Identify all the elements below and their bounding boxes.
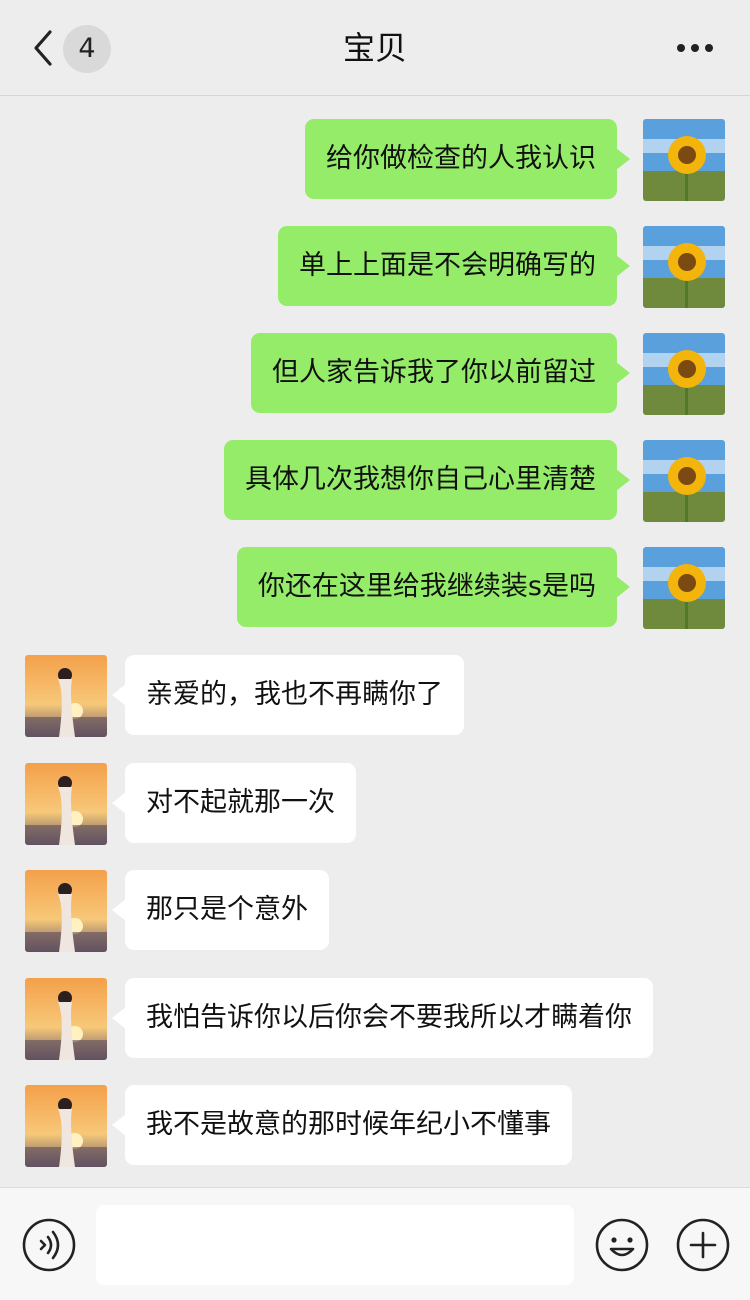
message-row: 那只是个意外 [0,870,750,952]
more-dots-icon[interactable] [675,42,715,54]
message-row: 我怕告诉你以后你会不要我所以才瞒着你 [0,978,750,1060]
avatar-sunset-girl[interactable] [25,655,107,737]
incoming-message-bubble[interactable]: 我不是故意的那时候年纪小不懂事 [112,1085,572,1165]
incoming-message-bubble[interactable]: 那只是个意外 [112,870,329,950]
smiley-icon[interactable] [594,1217,650,1273]
avatar-sunset-girl[interactable] [25,978,107,1060]
avatar-sunset-girl[interactable] [25,1085,107,1167]
message-row: 给你做检查的人我认识 [0,119,750,201]
message-row: 你还在这里给我继续装s是吗 [0,547,750,629]
outgoing-message-bubble[interactable]: 单上上面是不会明确写的 [278,226,630,306]
avatar-sunset-girl[interactable] [25,763,107,845]
incoming-message-bubble[interactable]: 亲爱的，我也不再瞒你了 [112,655,464,735]
incoming-message-bubble[interactable]: 我怕告诉你以后你会不要我所以才瞒着你 [112,978,653,1058]
avatar-sunflower[interactable] [643,440,725,522]
message-input[interactable] [96,1205,574,1285]
outgoing-message-bubble[interactable]: 给你做检查的人我认识 [305,119,630,199]
plus-icon[interactable] [675,1217,731,1273]
outgoing-message-bubble[interactable]: 具体几次我想你自己心里清楚 [224,440,630,520]
avatar-sunflower[interactable] [643,119,725,201]
message-row: 亲爱的，我也不再瞒你了 [0,655,750,737]
message-row: 单上上面是不会明确写的 [0,226,750,308]
chat-title: 宝贝 [342,29,407,67]
outgoing-message-bubble[interactable]: 但人家告诉我了你以前留过 [251,333,630,413]
input-toolbar [0,1187,750,1300]
incoming-message-bubble[interactable]: 对不起就那一次 [112,763,356,843]
outgoing-message-bubble[interactable]: 你还在这里给我继续装s是吗 [236,547,631,627]
message-list[interactable]: 给你做检查的人我认识 单上上面是不会明确写的 但人家告诉我了你以前留过 具体几次… [0,96,750,1186]
chat-header: 4 宝贝 [0,0,750,96]
avatar-sunflower[interactable] [643,333,725,415]
avatar-sunflower[interactable] [643,226,725,308]
message-row: 对不起就那一次 [0,763,750,845]
message-row: 但人家告诉我了你以前留过 [0,333,750,415]
avatar-sunset-girl[interactable] [25,870,107,952]
voice-icon[interactable] [21,1217,77,1273]
message-row: 具体几次我想你自己心里清楚 [0,440,750,522]
avatar-sunflower[interactable] [643,547,725,629]
message-row: 我不是故意的那时候年纪小不懂事 [0,1085,750,1167]
